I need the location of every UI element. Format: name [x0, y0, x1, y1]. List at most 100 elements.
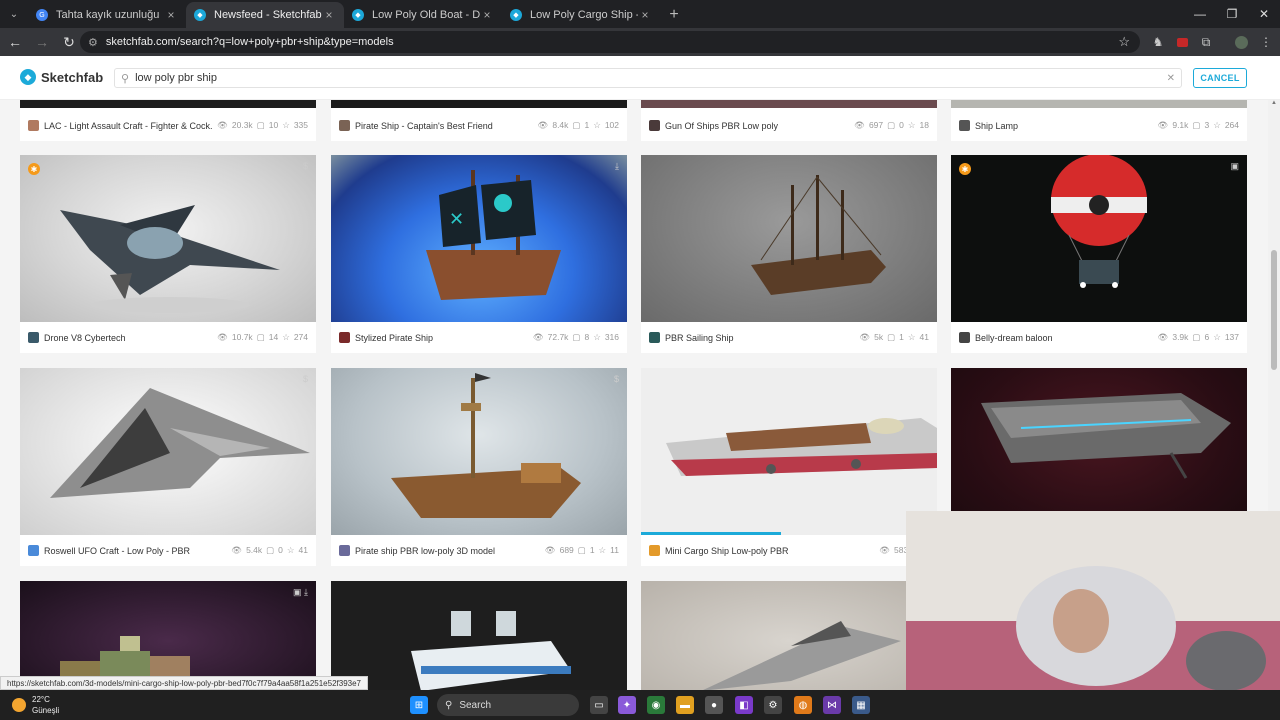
model-title[interactable]: Roswell UFO Craft - Low Poly - PBR [44, 546, 227, 556]
author-avatar[interactable] [959, 332, 970, 343]
close-icon[interactable]: × [164, 8, 178, 22]
scrollbar-thumb[interactable] [1271, 250, 1277, 370]
author-avatar[interactable] [959, 120, 970, 131]
model-thumbnail[interactable] [641, 368, 937, 535]
likes-icon: ☆ [1213, 120, 1221, 130]
extensions-puzzle-icon[interactable]: ⧉ [1196, 32, 1216, 52]
model-card[interactable]: ✕ ⤓ Stylized Pirate Ship 👁 72.7k ▢ 8 ☆ 316 [331, 155, 627, 353]
model-card[interactable]: Mini Cargo Ship Low-poly PBR 👁583▢0 [641, 368, 937, 566]
model-thumbnail[interactable]: ✕ [331, 155, 627, 322]
author-avatar[interactable] [28, 545, 39, 556]
model-card[interactable]: $ Roswell UFO Craft - Low Poly - PBR 👁 5.… [20, 368, 316, 566]
model-thumbnail[interactable] [951, 368, 1247, 535]
cancel-button[interactable]: CANCEL [1193, 68, 1247, 88]
tab-old-boat[interactable]: ◆ Low Poly Old Boat - Download × [344, 2, 502, 28]
model-thumbnail[interactable] [20, 581, 316, 690]
model-thumbnail[interactable] [20, 100, 316, 108]
model-card[interactable]: $ Pirate ship PBR low-poly 3D model 👁 689… [331, 368, 627, 566]
model-title[interactable]: Pirate Ship - Captain's Best Friend [355, 121, 534, 131]
views-count: 697 [868, 120, 884, 130]
back-icon[interactable]: ← [3, 30, 27, 54]
url-field[interactable]: ⚙ sketchfab.com/search?q=low+poly+pbr+sh… [80, 31, 1140, 53]
model-card[interactable]: Gun Of Ships PBR Low poly 👁 697 ▢ 0 ☆ 18 [641, 100, 937, 141]
author-avatar[interactable] [28, 332, 39, 343]
model-card[interactable] [641, 581, 937, 690]
task-view-icon[interactable]: ▭ [590, 696, 608, 714]
model-thumbnail[interactable] [641, 155, 937, 322]
profile-avatar-icon[interactable] [1231, 32, 1251, 52]
settings-gear-icon[interactable]: ⚙ [764, 696, 782, 714]
close-window-icon[interactable]: ✕ [1248, 0, 1280, 28]
search-box[interactable]: ⚲ ✕ [114, 68, 1182, 88]
model-card[interactable]: Ship Lamp 👁 9.1k ▢ 3 ☆ 264 [951, 100, 1247, 141]
clear-search-icon[interactable]: ✕ [1167, 73, 1175, 84]
extension-icon[interactable]: ♞ [1148, 32, 1168, 52]
sketchfab-logo[interactable]: ◆ Sketchfab [20, 69, 103, 85]
model-card[interactable] [331, 581, 627, 690]
weather-widget[interactable]: 22°C Güneşli [12, 694, 59, 716]
model-card[interactable]: PBR Sailing Ship 👁 5k ▢ 1 ☆ 41 [641, 155, 937, 353]
model-title[interactable]: PBR Sailing Ship [665, 333, 855, 343]
model-card[interactable]: ✱ $ Drone V8 Cybertech 👁 10.7k ▢ 14 ☆ 274 [20, 155, 316, 353]
reload-icon[interactable]: ↻ [57, 30, 81, 54]
model-thumbnail[interactable] [331, 100, 627, 108]
extension-record-icon[interactable] [1172, 32, 1192, 52]
model-title[interactable]: Mini Cargo Ship Low-poly PBR [665, 546, 875, 556]
model-thumbnail[interactable] [641, 581, 937, 690]
close-icon[interactable]: × [638, 8, 652, 22]
author-avatar[interactable] [339, 545, 350, 556]
file-explorer-icon[interactable]: ▬ [676, 696, 694, 714]
model-title[interactable]: Gun Of Ships PBR Low poly [665, 121, 850, 131]
model-thumbnail[interactable] [331, 581, 627, 690]
model-thumbnail[interactable] [20, 368, 316, 535]
twitch-icon[interactable]: ◧ [735, 696, 753, 714]
tab-tahta[interactable]: G Tahta kayık uzunluğu × [28, 2, 186, 28]
model-title[interactable]: Drone V8 Cybertech [44, 333, 213, 343]
author-avatar[interactable] [28, 120, 39, 131]
author-avatar[interactable] [339, 332, 350, 343]
scroll-up-icon[interactable]: ▲ [1271, 100, 1277, 106]
model-card[interactable]: Pirate Ship - Captain's Best Friend 👁 8.4… [331, 100, 627, 141]
model-card[interactable]: ▣ ⤓ [20, 581, 316, 690]
site-info-icon[interactable]: ⚙ [88, 36, 98, 49]
blender-icon[interactable]: ◍ [794, 696, 812, 714]
copilot-icon[interactable]: ✦ [618, 696, 636, 714]
model-title[interactable]: LAC - Light Assault Craft - Fighter & Co… [44, 121, 213, 131]
model-title[interactable]: Ship Lamp [975, 121, 1154, 131]
model-card[interactable]: ✱ ▣ Belly-dream baloon 👁 3.9k ▢ 6 ☆ 137 [951, 155, 1247, 353]
close-icon[interactable]: × [322, 8, 336, 22]
card-meta: Belly-dream baloon 👁 3.9k ▢ 6 ☆ 137 [951, 322, 1247, 353]
taskbar-search-label: Search [459, 699, 492, 711]
forward-icon[interactable]: → [30, 30, 54, 54]
author-avatar[interactable] [649, 332, 660, 343]
windows-start-icon[interactable]: ⊞ [410, 696, 428, 714]
taskbar-search[interactable]: ⚲ Search [437, 694, 579, 716]
model-title[interactable]: Stylized Pirate Ship [355, 333, 529, 343]
author-avatar[interactable] [649, 545, 660, 556]
obs-icon[interactable]: ● [705, 696, 723, 714]
model-card[interactable]: LAC - Light Assault Craft - Fighter & Co… [20, 100, 316, 141]
chrome-icon[interactable]: ◉ [647, 696, 665, 714]
menu-icon[interactable]: ⋮ [1256, 32, 1276, 52]
views-count: 9.1k [1172, 120, 1189, 130]
model-thumbnail[interactable] [951, 155, 1247, 322]
bookmark-star-icon[interactable]: ☆ [1118, 34, 1130, 50]
restore-icon[interactable]: ❐ [1216, 0, 1248, 28]
search-input[interactable] [135, 72, 1136, 84]
model-title[interactable]: Pirate ship PBR low-poly 3D model [355, 546, 541, 556]
model-thumbnail[interactable] [641, 100, 937, 108]
close-icon[interactable]: × [480, 8, 494, 22]
new-tab-icon[interactable]: + [660, 2, 688, 28]
author-avatar[interactable] [339, 120, 350, 131]
model-thumbnail[interactable] [331, 368, 627, 535]
tab-search-icon[interactable]: ⌄ [0, 0, 28, 28]
author-avatar[interactable] [649, 120, 660, 131]
model-title[interactable]: Belly-dream baloon [975, 333, 1154, 343]
minimize-icon[interactable]: — [1184, 0, 1216, 28]
model-thumbnail[interactable] [20, 155, 316, 322]
tab-cargo-ship[interactable]: ◆ Low Poly Cargo Ship - Downlo × [502, 2, 660, 28]
visual-studio-icon[interactable]: ⋈ [823, 696, 841, 714]
tab-newsfeed[interactable]: ◆ Newsfeed - Sketchfab × [186, 2, 344, 28]
model-thumbnail[interactable] [951, 100, 1247, 108]
calculator-icon[interactable]: ▦ [852, 696, 870, 714]
